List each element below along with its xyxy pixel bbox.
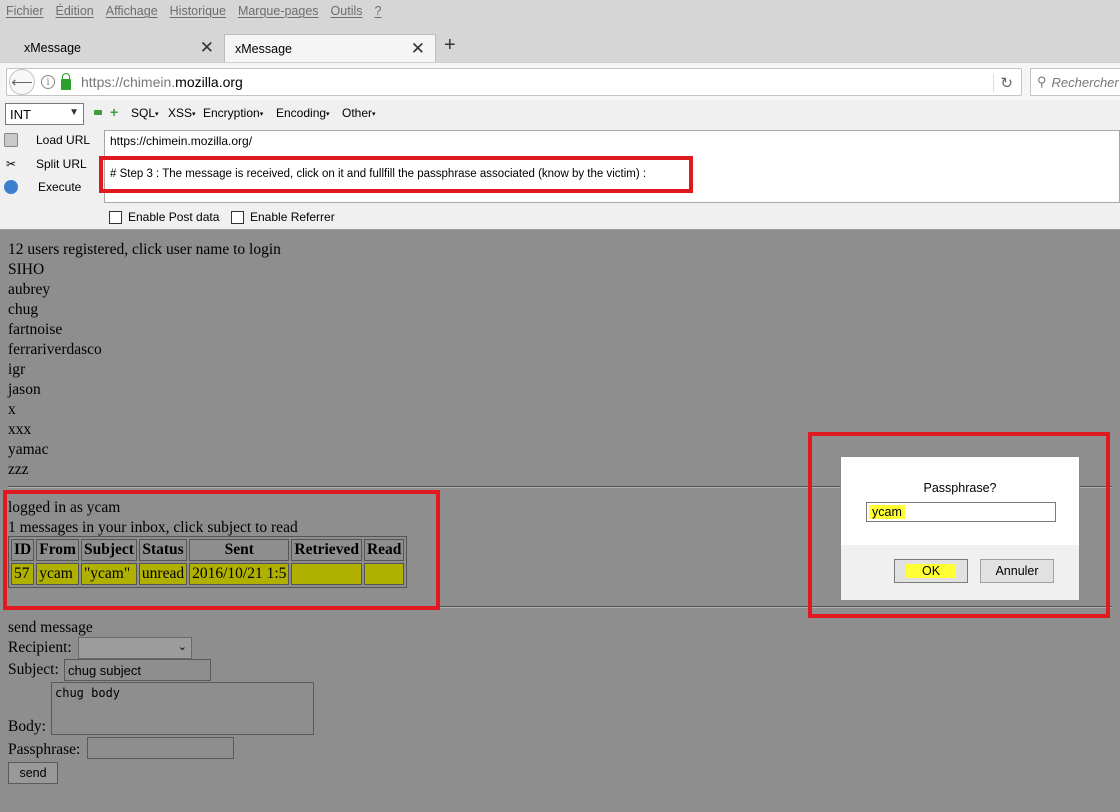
tab-strip: xMessage ✕ xMessage ✕ + <box>0 22 1120 62</box>
annotation-box-inbox <box>3 490 440 610</box>
menu-edition[interactable]: Édition <box>56 4 94 18</box>
new-tab-icon[interactable]: + <box>444 34 456 57</box>
menu-bar: Fichier Édition Affichage Historique Mar… <box>0 0 1120 22</box>
encoding-menu-label: Encoding <box>276 106 327 120</box>
url-bar[interactable]: ⟵ i https://chimein.mozilla.org ↻ <box>6 68 1022 96</box>
info-icon[interactable]: i <box>41 75 55 89</box>
xss-menu[interactable]: XSS▾ <box>168 106 196 120</box>
user-link[interactable]: chug <box>8 301 38 319</box>
url-prefix: https://chimein. <box>81 74 176 90</box>
dropdown-arrow-icon: ▾ <box>372 110 376 118</box>
split-url-button[interactable]: ✂ Split URL <box>0 157 87 171</box>
nav-bar: ⟵ i https://chimein.mozilla.org ↻ ⚲ Rech… <box>0 62 1120 100</box>
sql-menu-label: SQL <box>131 106 156 120</box>
other-menu-label: Other <box>342 106 373 120</box>
subject-label: Subject: <box>8 661 59 678</box>
menu-marque-pages[interactable]: Marque-pages <box>238 4 319 18</box>
body-label: Body: <box>8 718 46 735</box>
int-select-value: INT <box>10 106 31 122</box>
execute-label: Execute <box>38 180 82 194</box>
ok-button-label: OK <box>905 564 957 578</box>
menu-help[interactable]: ? <box>375 4 382 18</box>
enable-referrer-label: Enable Referrer <box>250 210 335 224</box>
menu-affichage[interactable]: Affichage <box>106 4 158 18</box>
ok-button[interactable]: OK <box>894 559 968 583</box>
close-icon[interactable]: ✕ <box>200 38 214 58</box>
passphrase-dialog: Passphrase? ycam OK Annuler <box>840 456 1080 600</box>
recipient-label: Recipient: <box>8 639 72 656</box>
dialog-question: Passphrase? <box>923 481 997 495</box>
user-link[interactable]: zzz <box>8 461 29 479</box>
user-link[interactable]: ferrariverdasco <box>8 341 102 359</box>
encryption-menu-label: Encryption <box>203 106 260 120</box>
tab-xmessage-1[interactable]: xMessage ✕ <box>12 34 224 62</box>
user-link[interactable]: igr <box>8 361 25 379</box>
split-url-label: Split URL <box>36 157 87 171</box>
load-url-label: Load URL <box>36 133 91 147</box>
reload-icon[interactable]: ↻ <box>993 74 1013 92</box>
user-link[interactable]: xxx <box>8 421 31 439</box>
hackbar-url-line: https://chimein.mozilla.org/ <box>110 134 253 148</box>
url-text[interactable]: https://chimein.mozilla.org <box>81 74 243 90</box>
close-icon[interactable]: ✕ <box>411 39 425 59</box>
search-placeholder: Rechercher <box>1051 74 1119 90</box>
dropdown-arrow-icon: ▾ <box>155 110 159 118</box>
user-link[interactable]: x <box>8 401 16 419</box>
minus-icon[interactable] <box>94 110 102 115</box>
dialog-input-value: ycam <box>869 505 905 519</box>
user-link[interactable]: fartnoise <box>8 321 62 339</box>
passphrase-input[interactable] <box>87 737 234 759</box>
other-menu[interactable]: Other▾ <box>342 106 376 120</box>
encoding-menu[interactable]: Encoding▾ <box>276 106 330 120</box>
dialog-passphrase-input[interactable]: ycam <box>866 502 1056 522</box>
load-url-icon <box>4 133 18 147</box>
passphrase-label: Passphrase: <box>8 741 81 758</box>
subject-input[interactable]: chug subject <box>64 659 211 681</box>
enable-post-data-label: Enable Post data <box>128 210 220 224</box>
enable-referrer-checkbox[interactable]: Enable Referrer <box>231 210 335 224</box>
tab-label: xMessage <box>24 41 81 55</box>
plus-icon[interactable]: + <box>110 105 121 119</box>
recipient-select[interactable]: ⌄ <box>78 637 192 659</box>
tab-xmessage-2[interactable]: xMessage ✕ <box>224 34 436 62</box>
dropdown-arrow-icon: ▾ <box>192 110 196 118</box>
encryption-menu[interactable]: Encryption▾ <box>203 106 263 120</box>
execute-button[interactable]: Execute <box>0 180 81 194</box>
play-icon <box>4 180 18 194</box>
dropdown-arrow-icon: ▾ <box>259 110 264 118</box>
cancel-button[interactable]: Annuler <box>980 559 1054 583</box>
send-button[interactable]: send <box>8 762 58 784</box>
chevron-down-icon: ⌄ <box>177 641 187 653</box>
user-link[interactable]: jason <box>8 381 41 399</box>
xss-menu-label: XSS <box>168 106 193 120</box>
dropdown-arrow-icon: ▾ <box>326 110 330 118</box>
checkbox-box[interactable] <box>109 210 122 224</box>
back-arrow-icon[interactable]: ⟵ <box>9 69 35 95</box>
sql-menu[interactable]: SQL▾ <box>131 106 159 120</box>
annotation-box-comment <box>99 156 693 193</box>
menu-outils[interactable]: Outils <box>331 4 363 18</box>
checkbox-box[interactable] <box>231 210 244 224</box>
lock-icon <box>61 72 71 90</box>
tab-label: xMessage <box>235 41 292 56</box>
search-input[interactable]: ⚲ Rechercher <box>1030 68 1120 96</box>
enable-post-data-checkbox[interactable]: Enable Post data <box>109 210 219 224</box>
int-select[interactable]: INT ▼ <box>5 103 84 125</box>
body-textarea[interactable]: chug body <box>51 682 314 735</box>
scissors-icon: ✂ <box>5 157 17 171</box>
menu-fichier[interactable]: Fichier <box>6 4 44 18</box>
load-url-button[interactable]: Load URL <box>0 133 90 147</box>
menu-historique[interactable]: Historique <box>170 4 226 18</box>
chevron-down-icon: ▼ <box>69 107 79 118</box>
users-header: 12 users registered, click user name to … <box>8 241 281 258</box>
send-message-header: send message <box>8 619 93 636</box>
user-link[interactable]: yamac <box>8 441 48 459</box>
user-link[interactable]: aubrey <box>8 281 50 299</box>
user-link[interactable]: SIHO <box>8 261 44 279</box>
search-icon: ⚲ <box>1037 74 1047 89</box>
url-domain: mozilla.org <box>175 74 243 90</box>
